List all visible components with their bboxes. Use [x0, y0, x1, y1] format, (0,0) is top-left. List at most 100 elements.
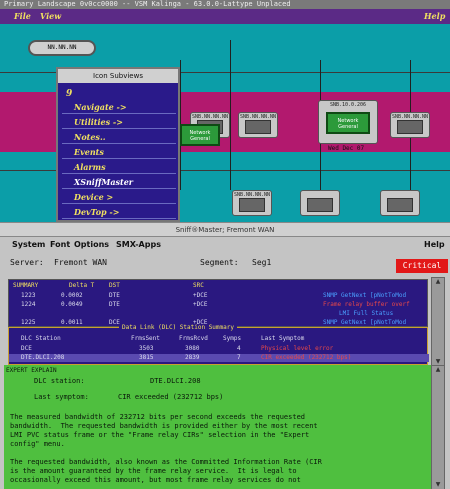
menu-help[interactable]: Help	[424, 240, 445, 249]
symptom-value: CIR exceeded (232712 bps)	[118, 393, 224, 401]
hdr-last: Last Symptom	[261, 335, 305, 342]
hdr-delta: Delta T	[69, 282, 95, 289]
dlc-row-selected[interactable]: DTE.DLCI.208 3815 2839 7 CIR exceeded (2…	[9, 354, 429, 362]
green-node[interactable]: Network General	[326, 112, 370, 134]
menu-title: Icon Subviews	[58, 69, 178, 83]
node-screen	[245, 120, 271, 134]
summary-row[interactable]: 1224 0.0049 DTE +DCE Frame relay buffer …	[9, 301, 429, 309]
menu-item-notes[interactable]: Notes..	[62, 131, 176, 144]
hdr-summary: SUMMARY	[13, 282, 39, 289]
cell: 0.0002	[61, 292, 83, 299]
cell: 3815	[139, 354, 154, 361]
expert-explain-panel: EXPERT EXPLAIN DLC station: DTE.DLCI.208…	[4, 365, 431, 489]
hdr-src: SRC	[193, 282, 204, 289]
green-node-label: Network General	[189, 130, 211, 142]
menu-options[interactable]: Options	[74, 240, 109, 249]
scroll-up-icon[interactable]: ▲	[434, 367, 442, 373]
explain-line: The measured bandwidth of 232712 bits pe…	[10, 413, 306, 421]
cell: DTE	[109, 292, 120, 299]
node-screen	[387, 198, 413, 212]
station-label: DLC station:	[34, 377, 85, 385]
explain-scrollbar[interactable]: ▲ ▼	[431, 365, 445, 489]
menu-item-utilities[interactable]: Utilities ->	[62, 116, 176, 129]
menu-font[interactable]: Font	[50, 240, 70, 249]
status-badge[interactable]: Critical	[396, 259, 448, 273]
menu-smx-apps[interactable]: SMX-Apps	[116, 240, 161, 249]
explain-line: config" menu.	[10, 440, 65, 448]
cell: 3503	[139, 345, 154, 352]
node-date: Wed Dec 07	[328, 145, 365, 152]
cell: 1223	[21, 292, 36, 299]
dlc-title: Data Link (DLC) Station Summary	[119, 324, 237, 331]
map-link	[230, 40, 231, 190]
map-node[interactable]: SNB.NN.NN.NN	[232, 190, 272, 216]
hdr-station: DLC Station	[21, 335, 61, 342]
menu-item-alarms[interactable]: Alarms	[62, 161, 176, 174]
server-label: Server:	[10, 258, 44, 267]
node-screen	[397, 120, 423, 134]
hdr-dst: DST	[109, 282, 120, 289]
map-node[interactable]	[380, 190, 420, 216]
explain-line: bandwidth. The requested bandwidth is pr…	[10, 422, 318, 430]
hdr-sent: FrmsSent	[131, 335, 160, 342]
menu-item-navigate[interactable]: Navigate ->	[62, 101, 176, 114]
menu-item-xsniffmaster[interactable]: XSniffMaster	[62, 176, 176, 189]
map-node-pill[interactable]: NN.NN.NN	[28, 40, 96, 56]
green-node-label: Network General	[337, 118, 359, 130]
map-menu-view[interactable]: View	[40, 9, 61, 24]
segment-label: Segment:	[200, 258, 239, 267]
map-node[interactable]: SNB.NN.NN.NN	[390, 112, 430, 138]
cell: +DCE	[193, 301, 208, 308]
map-node[interactable]	[300, 190, 340, 216]
menu-item-device[interactable]: Device >	[62, 191, 176, 204]
cell: 1224	[21, 301, 36, 308]
node-screen	[307, 198, 333, 212]
server-row: Server: Fremont WAN Segment: Seg1 Critic…	[0, 253, 450, 273]
cell: 4	[237, 345, 241, 352]
menu-item-events[interactable]: Events	[62, 146, 176, 159]
network-map-window: Primary Landscape 0v0cc0000 -- VSM Kalin…	[0, 0, 450, 222]
segment-value: Seg1	[252, 258, 272, 267]
scroll-down-icon[interactable]: ▼	[434, 482, 442, 488]
cell: DTE	[109, 301, 120, 308]
dlc-header: DLC Station FrmsSent FrmsRcvd Symps Last…	[9, 335, 429, 343]
summary-row[interactable]: LMI Full Status	[9, 310, 429, 318]
summary-scrollbar[interactable]: ▲ ▼	[431, 277, 445, 367]
map-menu-help[interactable]: Help	[424, 9, 445, 24]
explain-header: EXPERT EXPLAIN	[6, 367, 57, 374]
green-node[interactable]: Network General	[180, 124, 220, 146]
explain-line: occasionally exceed this amount, but mos…	[10, 476, 301, 484]
cell: SNMP GetNext [pNotToMod	[323, 319, 407, 326]
sniffmaster-title: Sniff®Master; Fremont WAN	[0, 223, 450, 237]
explain-line: The requested bandwidth, also known as t…	[10, 458, 322, 466]
node-screen	[239, 198, 265, 212]
cell: 1225	[21, 319, 36, 326]
summary-panel: SUMMARY Delta T DST SRC 1223 0.0002 DTE …	[8, 279, 428, 327]
sniffmaster-menubar: System Font Options SMX-Apps Help	[0, 237, 450, 253]
explain-line: is the amount guaranteed by the frame re…	[10, 467, 297, 475]
cell: 3080	[185, 345, 200, 352]
cell: 0.0049	[61, 301, 83, 308]
map-node[interactable]: SNB.NN.NN.NN	[238, 112, 278, 138]
pill-label: NN.NN.NN	[47, 44, 77, 51]
map-menubar: File View Help	[0, 9, 450, 24]
menu-system[interactable]: System	[12, 240, 45, 249]
scroll-up-icon[interactable]: ▲	[434, 279, 442, 285]
cell: Physical level error	[261, 345, 334, 352]
menu-item-devtop[interactable]: DevTop ->	[62, 206, 176, 219]
dlc-row[interactable]: DCE 3503 3080 4 Physical level error	[9, 345, 429, 353]
menu-digit: 9	[66, 89, 73, 99]
hdr-rcvd: FrmsRcvd	[179, 335, 208, 342]
cell: Frame relay buffer overf	[323, 301, 410, 308]
node-label: SNB.10.0.206	[329, 102, 367, 108]
symptom-label: Last symptom:	[34, 393, 89, 401]
server-value: Fremont WAN	[54, 258, 107, 267]
map-menu-file[interactable]: File	[14, 9, 31, 24]
map-window-title: Primary Landscape 0v0cc0000 -- VSM Kalin…	[0, 0, 450, 9]
icon-subviews-menu: Icon Subviews 9 Navigate -> Utilities ->…	[56, 67, 180, 222]
cell: CIR exceeded (232712 bps)	[261, 354, 352, 361]
station-value: DTE.DLCI.208	[150, 377, 201, 385]
cell: DCE	[21, 345, 32, 352]
hdr-symps: Symps	[223, 335, 242, 342]
summary-row[interactable]: 1223 0.0002 DTE +DCE SNMP GetNext [pNotT…	[9, 292, 429, 300]
